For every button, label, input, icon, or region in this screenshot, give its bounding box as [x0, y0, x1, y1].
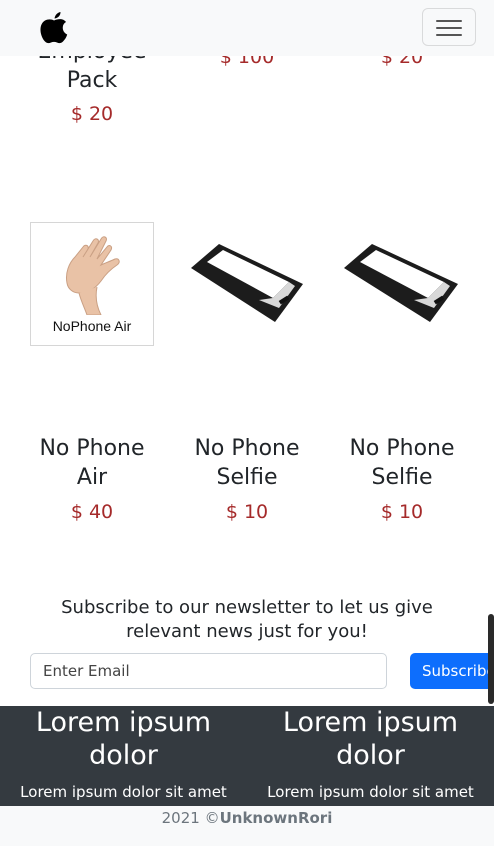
image-caption: NoPhone Air	[52, 318, 132, 334]
footer-title-line: Lorem ipsum	[282, 707, 459, 738]
email-input[interactable]	[30, 653, 387, 689]
product-image-nophone-air[interactable]: NoPhone Air	[30, 222, 154, 346]
footer-column-title: Lorem ipsum dolor	[0, 706, 247, 772]
hamburger-menu-icon	[436, 20, 462, 22]
product-name: No Phone Selfie	[185, 434, 309, 492]
product-image-nophone-selfie[interactable]	[340, 222, 464, 346]
phone-icon	[191, 244, 303, 322]
hamburger-menu-icon	[436, 27, 462, 29]
page-content: Employee Pack $ 20 $ 100 $ 20 NoPhone Ai…	[0, 0, 494, 846]
phone-icon	[344, 244, 458, 322]
footer-title-line: Lorem ipsum	[35, 707, 212, 738]
product-name-line: No Phone	[39, 436, 145, 461]
product-price: $ 10	[225, 501, 269, 523]
product-image-nophone-selfie[interactable]	[185, 222, 309, 346]
footer-column-title: Lorem ipsum dolor	[247, 706, 494, 772]
newsletter-text-line: relevant news just for you!	[126, 621, 368, 642]
hand-holding-phone-icon	[66, 236, 120, 316]
product-price: $ 40	[70, 501, 114, 523]
footer-title-line: dolor	[89, 740, 158, 771]
copyright-text: 2021 ©UnknownRori	[0, 808, 494, 828]
footer-column-text: Lorem ipsum dolor sit amet	[267, 783, 474, 801]
product-name-line: No Phone	[194, 436, 300, 461]
footer-column-text: Lorem ipsum dolor sit amet	[20, 783, 227, 801]
product-price: $ 20	[70, 103, 114, 125]
scrollbar-thumb[interactable]	[488, 614, 494, 704]
product-name: No Phone Air	[30, 434, 154, 492]
hamburger-menu-icon	[436, 34, 462, 36]
newsletter-text-line: Subscribe to our newsletter to let us gi…	[61, 597, 433, 618]
product-name-line: Air	[76, 465, 108, 490]
footer: Lorem ipsum dolor Lorem ipsum dolor sit …	[0, 706, 494, 806]
product-name-line: No Phone	[349, 436, 455, 461]
footer-title-line: dolor	[336, 740, 405, 771]
product-name: No Phone Selfie	[340, 434, 464, 492]
copyright-year: 2021 ©	[161, 809, 220, 827]
apple-logo-icon[interactable]	[38, 10, 70, 44]
newsletter-text: Subscribe to our newsletter to let us gi…	[40, 596, 454, 644]
product-name-line: Selfie	[216, 465, 278, 490]
product-price: $ 10	[380, 501, 424, 523]
product-name-line: Selfie	[371, 465, 433, 490]
subscribe-button[interactable]: Subscribe	[410, 653, 488, 689]
navbar	[0, 0, 494, 56]
copyright-author-link[interactable]: UnknownRori	[220, 809, 333, 827]
menu-toggle-button[interactable]	[422, 8, 476, 46]
product-name-line: Pack	[66, 68, 118, 93]
